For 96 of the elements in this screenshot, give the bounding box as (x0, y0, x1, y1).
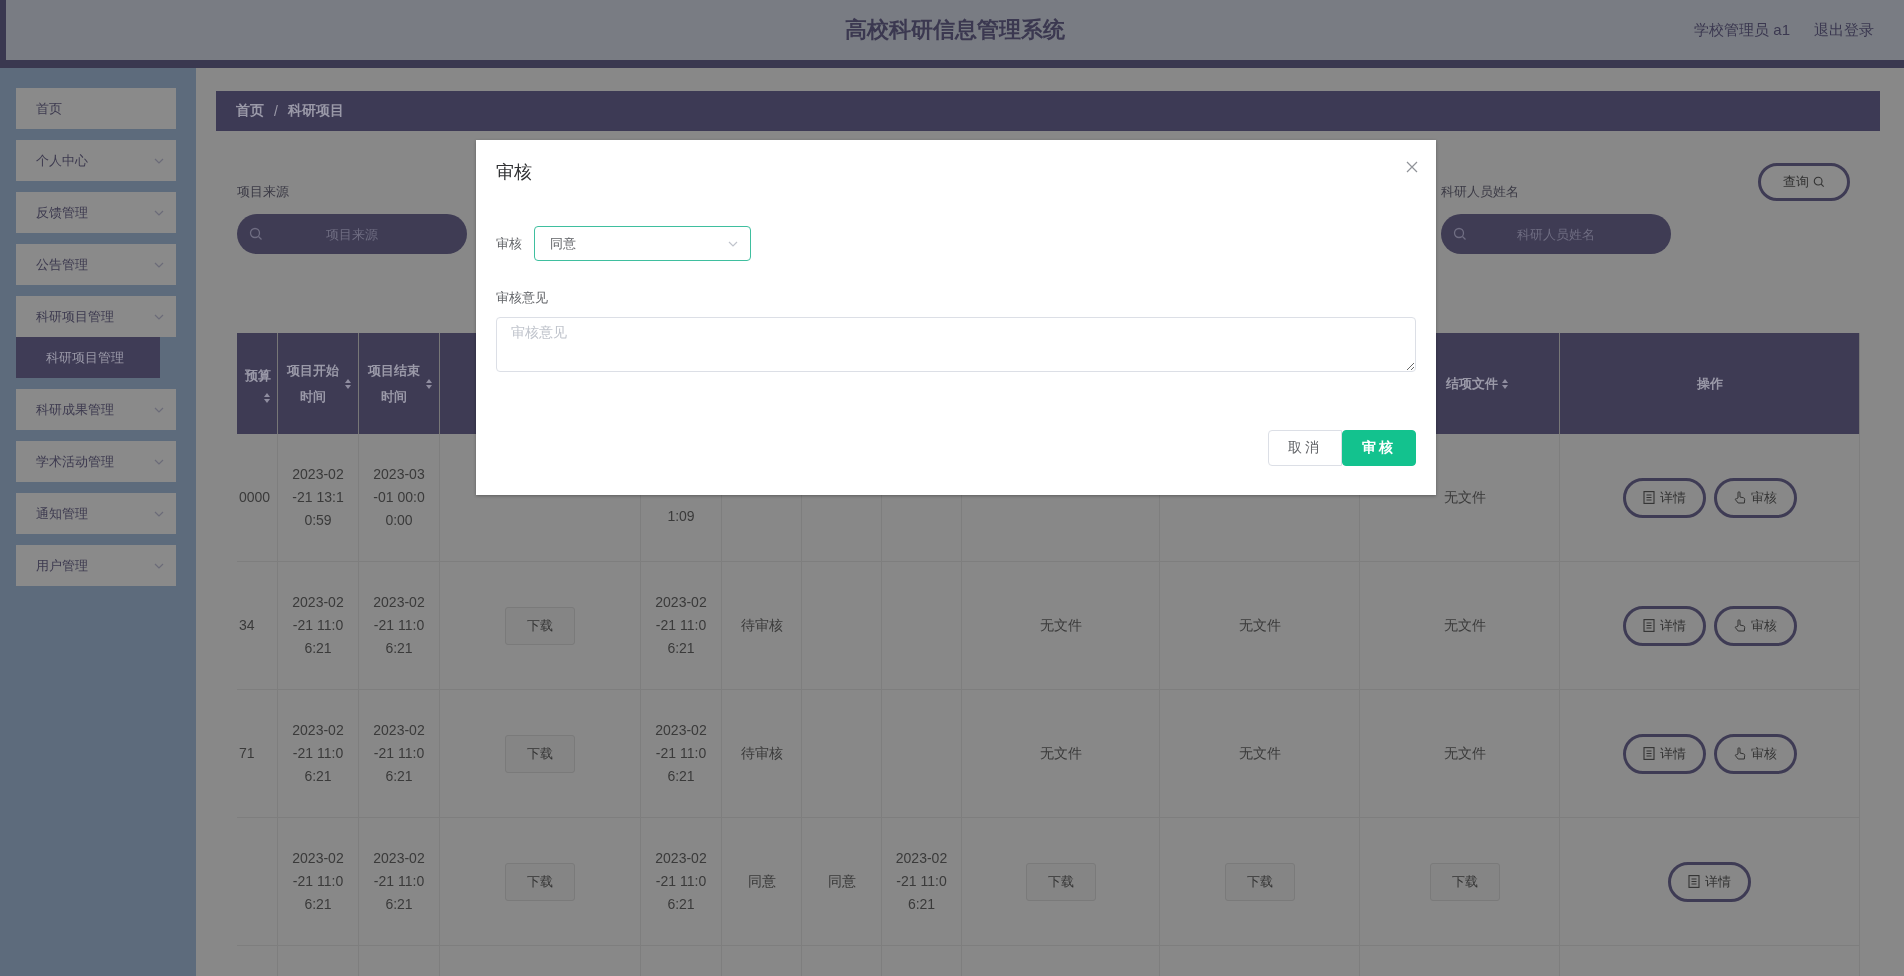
column-header[interactable]: 项目结束时间 (359, 333, 440, 434)
detail-button[interactable]: 详情 (1668, 861, 1751, 902)
sidebar-item[interactable]: 科研成果管理 (16, 389, 176, 430)
download-button[interactable]: 下载 (505, 862, 575, 901)
sort-icon[interactable] (343, 377, 352, 390)
detail-button[interactable]: 详情 (1622, 605, 1706, 646)
download-button[interactable]: 下载 (1224, 862, 1295, 901)
query-button[interactable]: 查询 (1758, 163, 1850, 201)
column-header[interactable]: 项目开始时间 (278, 333, 359, 434)
header-label: 预算 (245, 367, 271, 385)
field-label: 审核 (496, 234, 522, 253)
table-cell: 2023-02-21 13:10:59 (278, 434, 359, 562)
review-button[interactable]: 审核 (1713, 733, 1797, 774)
sidebar-subitem[interactable]: 科研项目管理 (16, 337, 160, 378)
sidebar-item[interactable]: 科研项目管理 (16, 296, 176, 337)
breadcrumb-item: 科研项目 (287, 102, 344, 120)
table-cell: 待审核 (722, 690, 802, 818)
sort-icon[interactable] (424, 377, 433, 390)
download-button[interactable]: 下载 (505, 606, 575, 645)
table-cell: 2023-02-21 11:06:21 (641, 818, 722, 946)
column-header[interactable]: 预算 (237, 333, 278, 434)
table-cell: 无文件 (1160, 562, 1360, 690)
sidebar-item[interactable]: 学术活动管理 (16, 441, 176, 482)
search-icon (249, 227, 263, 241)
review-button[interactable]: 审核 (1713, 477, 1797, 518)
chevron-down-icon (154, 510, 164, 517)
table-cell: 2023-02-21 11:06:21 (641, 562, 722, 690)
detail-button[interactable]: 详情 (1622, 733, 1706, 774)
table-cell: 无文件 (962, 690, 1160, 818)
chevron-down-icon (154, 458, 164, 465)
sidebar-item[interactable]: 用户管理 (16, 545, 176, 586)
sort-icon[interactable] (1501, 377, 1509, 390)
table-cell: 2023-02-21 11:06:21 (278, 562, 359, 690)
breadcrumb-separator: / (274, 103, 278, 119)
download-button[interactable]: 下载 (505, 734, 575, 773)
comment-field[interactable]: 审核意见 (496, 317, 1416, 372)
table-cell: 2023-02-21 11:06:21 (278, 690, 359, 818)
document-icon (1642, 619, 1655, 632)
download-button[interactable]: 下载 (1025, 862, 1096, 901)
download-button[interactable]: 下载 (1429, 862, 1500, 901)
sidebar-item[interactable]: 反馈管理 (16, 192, 176, 233)
chevron-down-icon (154, 261, 164, 268)
table-cell: 2023-02-21 11:06:21 (359, 690, 440, 818)
sidebar-item[interactable]: 公告管理 (16, 244, 176, 285)
chevron-down-icon (154, 157, 164, 164)
field-label: 项目来源 (237, 183, 290, 201)
header-label: 项目结束时间 (366, 361, 421, 406)
table-cell: 34 (237, 562, 278, 690)
dialog-title: 审核 (496, 161, 532, 184)
table-cell: 无文件 (962, 562, 1160, 690)
hand-pointer-icon (1733, 491, 1746, 504)
table-cell: 同意 (722, 818, 802, 946)
table-cell: 71 (237, 690, 278, 818)
sidebar-item[interactable]: 首页 (16, 88, 176, 129)
table-cell: 2023-03-01 00:00:00 (359, 434, 440, 562)
table-cell: 待审核 (722, 562, 802, 690)
chevron-down-icon (154, 562, 164, 569)
table-cell: 2023-02-21 11:06:21 (278, 818, 359, 946)
header-label: 结项文件 (1446, 374, 1498, 393)
confirm-button[interactable]: 审核 (1342, 430, 1416, 466)
review-button[interactable]: 审核 (1713, 605, 1797, 646)
document-icon (1642, 747, 1655, 760)
document-icon (1688, 875, 1700, 888)
chevron-down-icon (154, 406, 164, 413)
sidebar-item[interactable]: 通知管理 (16, 493, 176, 534)
table-cell: 2023-02-21 11:06:21 (641, 690, 722, 818)
header-label: 项目开始时间 (285, 361, 340, 406)
sidebar-item[interactable]: 个人中心 (16, 140, 176, 181)
table-cell: 无文件 (1360, 562, 1560, 690)
detail-button[interactable]: 详情 (1622, 477, 1706, 518)
header-label: 操作 (1696, 374, 1723, 393)
user-name: 学校管理员 a1 (1694, 20, 1790, 40)
chevron-down-icon (154, 209, 164, 216)
chevron-down-icon (728, 240, 738, 247)
document-icon (1642, 491, 1655, 504)
table-cell: 无文件 (1360, 690, 1560, 818)
cancel-button[interactable]: 取消 (1268, 430, 1342, 466)
logout-link[interactable]: 退出登录 (1814, 20, 1874, 40)
search-icon (1813, 176, 1825, 188)
review-select[interactable]: 同意 (534, 226, 751, 261)
table-cell: 2023-02-21 11:06:21 (882, 818, 962, 946)
table-cell: 2023-02-21 11:06:21 (359, 818, 440, 946)
table-cell: 无文件 (1160, 690, 1360, 818)
close-icon[interactable] (1406, 161, 1418, 173)
hand-pointer-icon (1733, 747, 1746, 760)
table-cell: 0000 (237, 434, 278, 562)
app-title: 高校科研信息管理系统 (845, 16, 1065, 44)
table-cell: 2023-02-21 11:06:21 (359, 562, 440, 690)
search-icon (1453, 227, 1467, 241)
table-cell: 同意 (802, 818, 882, 946)
breadcrumb-item[interactable]: 首页 (236, 102, 264, 120)
hand-pointer-icon (1733, 619, 1746, 632)
field-label: 审核意见 (496, 289, 549, 307)
chevron-down-icon (154, 313, 164, 320)
field-label: 科研人员姓名 (1441, 183, 1520, 201)
sort-icon[interactable] (263, 392, 271, 404)
